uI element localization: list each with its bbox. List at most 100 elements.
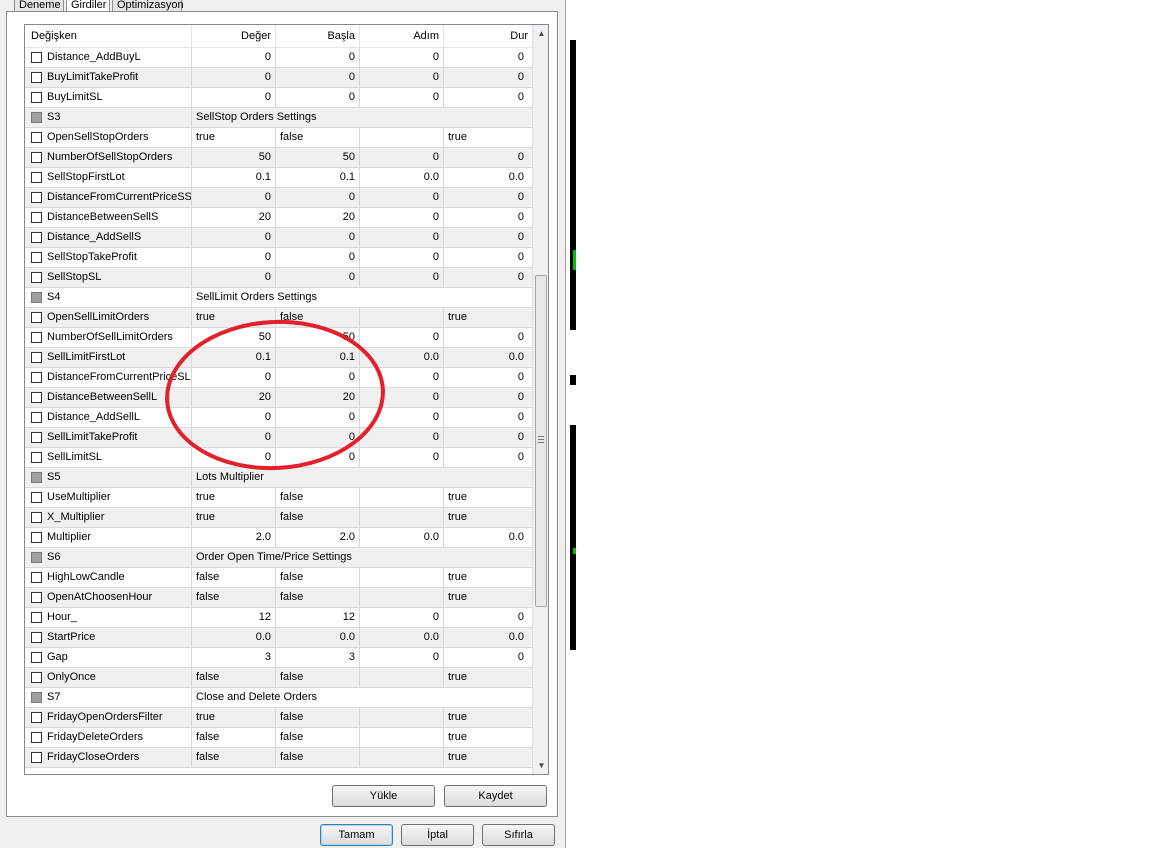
param-step[interactable]: [360, 728, 444, 747]
param-stop[interactable]: true: [444, 508, 528, 527]
param-start[interactable]: 0: [276, 408, 360, 427]
param-step[interactable]: 0: [360, 428, 444, 447]
table-row[interactable]: Distance_AddSellL 0 0 0 0: [25, 408, 532, 428]
param-value[interactable]: true: [192, 128, 276, 147]
param-step[interactable]: 0: [360, 268, 444, 287]
section-row[interactable]: S4 SellLimit Orders Settings: [25, 288, 532, 308]
param-start[interactable]: 0: [276, 68, 360, 87]
param-value[interactable]: false: [192, 748, 276, 767]
table-row[interactable]: NumberOfSellLimitOrders 50 50 0 0: [25, 328, 532, 348]
param-value[interactable]: 0: [192, 408, 276, 427]
ok-button[interactable]: Tamam: [320, 824, 393, 846]
table-row[interactable]: SellStopFirstLot 0.1 0.1 0.0 0.0: [25, 168, 532, 188]
scroll-up-arrow-icon[interactable]: ▲: [533, 25, 548, 42]
param-value[interactable]: false: [192, 668, 276, 687]
param-value[interactable]: true: [192, 508, 276, 527]
param-start[interactable]: 2.0: [276, 528, 360, 547]
param-stop[interactable]: true: [444, 728, 528, 747]
param-step[interactable]: [360, 708, 444, 727]
param-value[interactable]: 20: [192, 388, 276, 407]
param-stop[interactable]: true: [444, 588, 528, 607]
param-stop[interactable]: 0: [444, 148, 528, 167]
param-step[interactable]: 0: [360, 68, 444, 87]
param-stop[interactable]: 0: [444, 608, 528, 627]
param-value[interactable]: false: [192, 568, 276, 587]
param-value[interactable]: 0: [192, 88, 276, 107]
table-row[interactable]: Distance_AddBuyL 0 0 0 0: [25, 48, 532, 68]
param-start[interactable]: 0.1: [276, 348, 360, 367]
param-step[interactable]: 0: [360, 228, 444, 247]
table-row[interactable]: DistanceFromCurrentPriceSS 0 0 0 0: [25, 188, 532, 208]
param-value[interactable]: 20: [192, 208, 276, 227]
table-row[interactable]: Multiplier 2.0 2.0 0.0 0.0: [25, 528, 532, 548]
column-header-variable[interactable]: Değişken: [25, 25, 192, 48]
table-row[interactable]: Gap 3 3 0 0: [25, 648, 532, 668]
param-stop[interactable]: 0.0: [444, 528, 528, 547]
param-step[interactable]: [360, 588, 444, 607]
param-step[interactable]: [360, 568, 444, 587]
param-step[interactable]: 0.0: [360, 168, 444, 187]
column-header-value[interactable]: Değer: [192, 25, 276, 48]
param-stop[interactable]: 0: [444, 388, 528, 407]
param-stop[interactable]: 0.0: [444, 628, 528, 647]
table-row[interactable]: Hour_ 12 12 0 0: [25, 608, 532, 628]
table-row[interactable]: FridayCloseOrders false false true: [25, 748, 532, 768]
param-start[interactable]: 0: [276, 188, 360, 207]
table-row[interactable]: X_Multiplier true false true: [25, 508, 532, 528]
param-stop[interactable]: 0: [444, 228, 528, 247]
column-header-start[interactable]: Başla: [276, 25, 360, 48]
param-start[interactable]: 0: [276, 88, 360, 107]
param-stop[interactable]: 0.0: [444, 168, 528, 187]
param-step[interactable]: 0: [360, 188, 444, 207]
param-stop[interactable]: true: [444, 308, 528, 327]
column-header-step[interactable]: Adım: [360, 25, 444, 48]
param-step[interactable]: [360, 488, 444, 507]
table-row[interactable]: OpenAtChoosenHour false false true: [25, 588, 532, 608]
param-step[interactable]: 0: [360, 208, 444, 227]
param-value[interactable]: true: [192, 308, 276, 327]
param-value[interactable]: true: [192, 488, 276, 507]
param-start[interactable]: false: [276, 508, 360, 527]
param-start[interactable]: 50: [276, 328, 360, 347]
param-value[interactable]: 2.0: [192, 528, 276, 547]
param-stop[interactable]: true: [444, 128, 528, 147]
param-start[interactable]: 0: [276, 48, 360, 67]
table-row[interactable]: SellStopSL 0 0 0 0: [25, 268, 532, 288]
param-stop[interactable]: 0: [444, 48, 528, 67]
scroll-down-arrow-icon[interactable]: ▼: [533, 757, 548, 774]
table-row[interactable]: NumberOfSellStopOrders 50 50 0 0: [25, 148, 532, 168]
table-row[interactable]: HighLowCandle false false true: [25, 568, 532, 588]
param-start[interactable]: false: [276, 748, 360, 767]
param-value[interactable]: 0: [192, 68, 276, 87]
param-start[interactable]: false: [276, 728, 360, 747]
table-row[interactable]: OpenSellStopOrders true false true: [25, 128, 532, 148]
scroll-thumb[interactable]: [535, 275, 547, 607]
param-value[interactable]: true: [192, 708, 276, 727]
load-button[interactable]: Yükle: [332, 785, 435, 807]
param-value[interactable]: 3: [192, 648, 276, 667]
column-header-stop[interactable]: Dur: [444, 25, 532, 48]
table-row[interactable]: BuyLimitSL 0 0 0 0: [25, 88, 532, 108]
table-row[interactable]: SellLimitSL 0 0 0 0: [25, 448, 532, 468]
param-step[interactable]: 0: [360, 648, 444, 667]
param-value[interactable]: 0: [192, 428, 276, 447]
param-step[interactable]: 0: [360, 608, 444, 627]
param-step[interactable]: 0: [360, 48, 444, 67]
param-step[interactable]: 0: [360, 328, 444, 347]
param-step[interactable]: 0: [360, 88, 444, 107]
param-value[interactable]: 0: [192, 368, 276, 387]
table-row[interactable]: BuyLimitTakeProfit 0 0 0 0: [25, 68, 532, 88]
table-row[interactable]: OnlyOnce false false true: [25, 668, 532, 688]
table-row[interactable]: DistanceBetweenSellS 20 20 0 0: [25, 208, 532, 228]
param-stop[interactable]: 0: [444, 368, 528, 387]
param-stop[interactable]: 0: [444, 448, 528, 467]
section-row[interactable]: S5 Lots Multiplier: [25, 468, 532, 488]
vertical-scrollbar[interactable]: ▲ ▼: [532, 25, 548, 774]
param-step[interactable]: 0.0: [360, 528, 444, 547]
param-stop[interactable]: 0: [444, 88, 528, 107]
param-stop[interactable]: 0: [444, 268, 528, 287]
table-row[interactable]: OpenSellLimitOrders true false true: [25, 308, 532, 328]
param-stop[interactable]: true: [444, 708, 528, 727]
table-row[interactable]: DistanceBetweenSellL 20 20 0 0: [25, 388, 532, 408]
param-start[interactable]: 20: [276, 388, 360, 407]
